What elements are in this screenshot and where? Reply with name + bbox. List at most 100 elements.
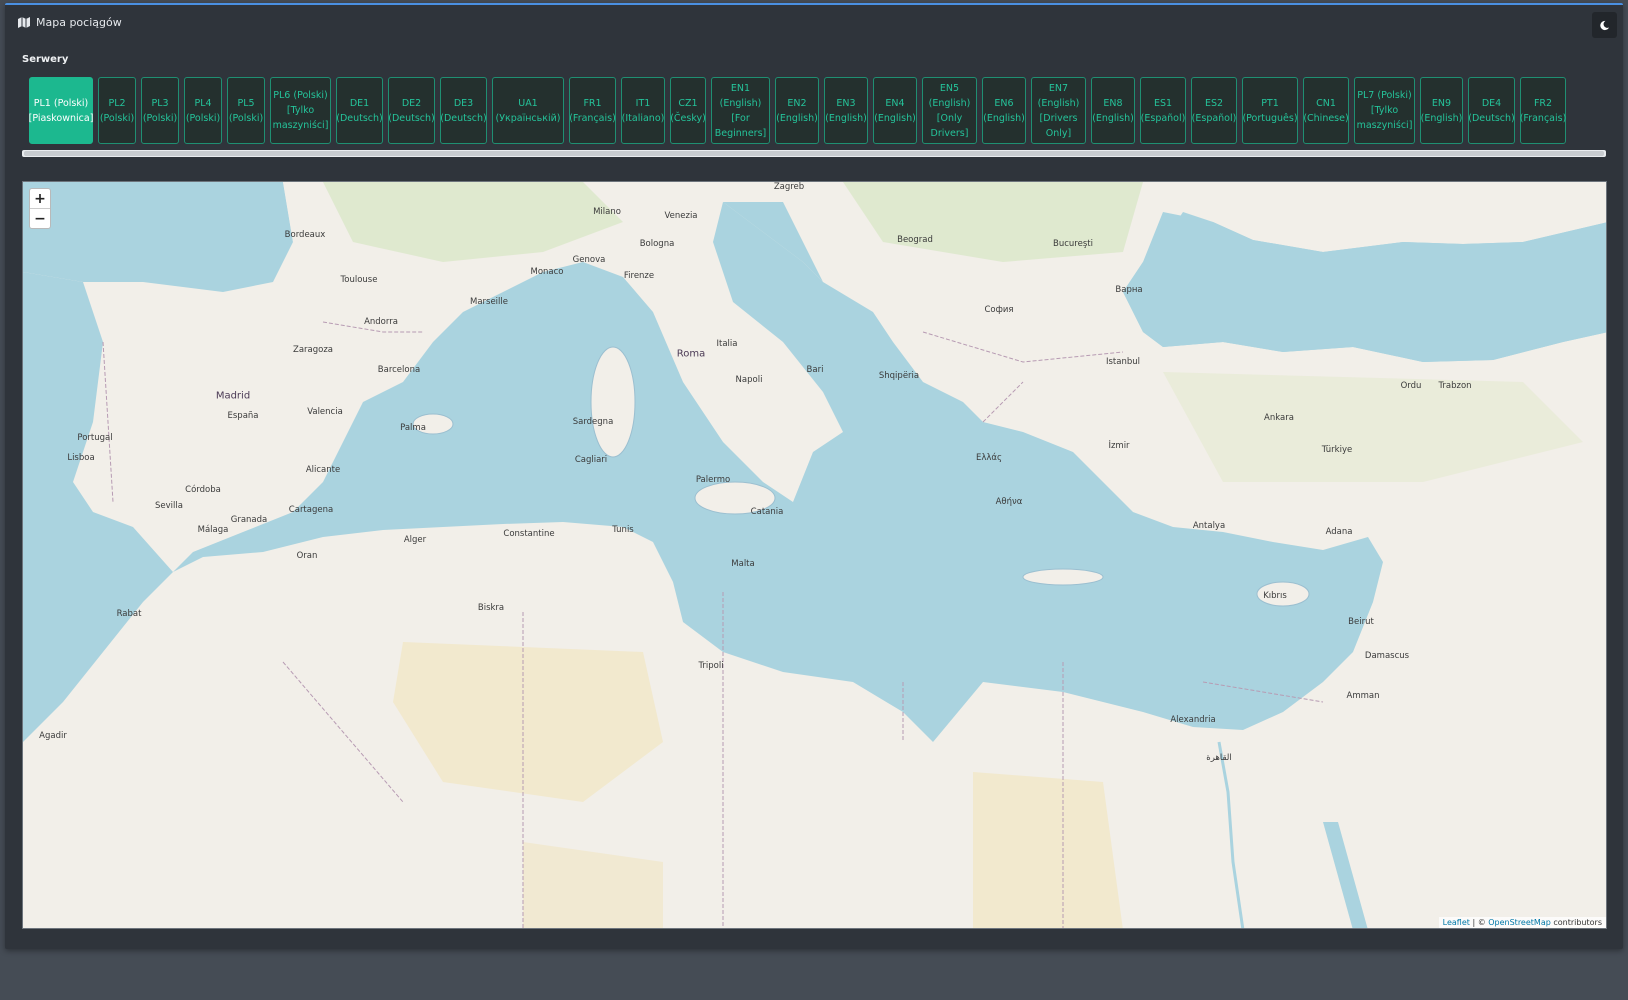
map-place-label: Malta xyxy=(731,559,755,569)
server-button-en4[interactable]: EN4 (English) xyxy=(873,77,917,144)
server-button-pl1[interactable]: PL1 (Polski) [Piaskownica] xyxy=(29,77,93,144)
map-place-label: Portugal xyxy=(77,433,113,443)
page-title: Mapa pociągów xyxy=(18,16,122,29)
osm-link[interactable]: OpenStreetMap xyxy=(1488,918,1551,927)
map-place-label: Bordeaux xyxy=(284,230,326,240)
map-place-label: Toulouse xyxy=(340,275,378,285)
server-button-fr2[interactable]: FR2 (Français) xyxy=(1520,77,1566,144)
map-place-label: Türkiye xyxy=(1321,445,1353,455)
attribution-separator: | © xyxy=(1469,918,1489,927)
map-place-label: Cagliari xyxy=(574,455,608,465)
server-button-pl4[interactable]: PL4 (Polski) xyxy=(184,77,222,144)
map-place-label: Bucureşti xyxy=(1053,239,1093,249)
server-button-pl3[interactable]: PL3 (Polski) xyxy=(141,77,179,144)
scrollbar-thumb[interactable] xyxy=(24,151,1604,156)
map-place-label: Catania xyxy=(750,507,784,517)
server-button-de1[interactable]: DE1 (Deutsch) xyxy=(336,77,383,144)
servers-heading: Serwery xyxy=(22,54,69,65)
map-place-label: Tunis xyxy=(612,525,634,535)
server-button-de3[interactable]: DE3 (Deutsch) xyxy=(440,77,487,144)
leaflet-link[interactable]: Leaflet xyxy=(1443,918,1470,927)
server-button-pl7[interactable]: PL7 (Polski) [Tylko maszyniści] xyxy=(1354,77,1415,144)
map-place-label: Antalya xyxy=(1192,521,1226,531)
server-button-pt1[interactable]: PT1 (Português) xyxy=(1242,77,1298,144)
map-place-label: Istanbul xyxy=(1105,357,1141,367)
map-place-label: Granada xyxy=(230,515,268,525)
map-tiles[interactable] xyxy=(23,182,1607,929)
map-place-label: Lisboa xyxy=(67,453,95,463)
map-place-label: Rabat xyxy=(116,609,142,619)
map-place-label: Sevilla xyxy=(155,501,183,511)
theme-toggle-button[interactable] xyxy=(1592,12,1617,38)
server-button-en9[interactable]: EN9 (English) xyxy=(1420,77,1463,144)
map-place-label: Adana xyxy=(1325,527,1353,537)
map-place-label: Alger xyxy=(403,535,427,545)
server-button-es2[interactable]: ES2 (Español) xyxy=(1191,77,1237,144)
server-button-it1[interactable]: IT1 (Italiano) xyxy=(621,77,665,144)
attribution-tail: contributors xyxy=(1550,918,1602,927)
map-place-label: Trabzon xyxy=(1438,381,1472,391)
map-place-label: Roma xyxy=(676,348,706,360)
map-card: Mapa pociągów Serwery PL1 (Polski) [Pias… xyxy=(5,3,1623,949)
server-button-de4[interactable]: DE4 (Deutsch) xyxy=(1468,77,1515,144)
server-button-en6[interactable]: EN6 (English) xyxy=(982,77,1026,144)
server-button-de2[interactable]: DE2 (Deutsch) xyxy=(388,77,435,144)
map-place-label: Ankara xyxy=(1264,413,1294,423)
server-button-en7[interactable]: EN7 (English) [Drivers Only] xyxy=(1031,77,1086,144)
map-place-label: Biskra xyxy=(477,603,505,613)
map-place-label: Agadir xyxy=(39,731,67,741)
zoom-out-button[interactable]: − xyxy=(30,209,50,228)
zoom-in-button[interactable]: + xyxy=(30,189,50,209)
map-icon xyxy=(18,17,30,28)
server-button-pl5[interactable]: PL5 (Polski) xyxy=(227,77,265,144)
server-list: PL1 (Polski) [Piaskownica] PL2 (Polski) PL… xyxy=(29,77,1566,144)
map-place-label: Málaga xyxy=(197,525,229,535)
server-button-ua1[interactable]: UA1 (Українській) xyxy=(492,77,564,144)
map-place-label: Zagreb xyxy=(773,182,805,192)
map-place-label: Firenze xyxy=(623,271,655,281)
map-place-label: Venezia xyxy=(664,211,698,221)
map-place-label: Bologna xyxy=(639,239,675,249)
server-button-es1[interactable]: ES1 (Español) xyxy=(1140,77,1186,144)
map-place-label: Amman xyxy=(1346,691,1380,701)
map-place-label: София xyxy=(984,305,1014,315)
map-place-label: Bari xyxy=(806,365,824,375)
server-button-en3[interactable]: EN3 (English) xyxy=(824,77,868,144)
map-place-label: Ελλάς xyxy=(975,453,1003,463)
server-button-pl2[interactable]: PL2 (Polski) xyxy=(98,77,136,144)
map-place-label: Cartagena xyxy=(288,505,334,515)
map-place-label: Beirut xyxy=(1348,617,1374,627)
server-button-en8[interactable]: EN8 (English) xyxy=(1091,77,1135,144)
map-view[interactable]: Bordeaux Toulouse Marseille Monaco Genova Mil… xyxy=(22,181,1607,929)
server-button-en1[interactable]: EN1 (English) [For Beginners] xyxy=(711,77,770,144)
map-place-label: Palermo xyxy=(695,475,731,485)
page-title-text: Mapa pociągów xyxy=(36,16,122,29)
map-place-label: Beograd xyxy=(897,235,933,245)
map-place-label: Zaragoza xyxy=(292,345,334,355)
server-button-en2[interactable]: EN2 (English) xyxy=(775,77,819,144)
map-place-label: Madrid xyxy=(215,390,251,402)
server-button-cz1[interactable]: CZ1 (Česky) xyxy=(670,77,706,144)
map-place-label: İzmir xyxy=(1108,441,1130,451)
map-place-label: Córdoba xyxy=(185,485,221,495)
map-place-label: Damascus xyxy=(1364,651,1410,661)
map-place-label: España xyxy=(227,411,259,421)
map-place-label: Monaco xyxy=(530,267,564,277)
map-place-label: Tripoli xyxy=(698,661,724,671)
server-button-pl6[interactable]: PL6 (Polski) [Tylko maszyniści] xyxy=(270,77,331,144)
map-place-label: Αθήνα xyxy=(995,497,1023,507)
server-button-en5[interactable]: EN5 (English) [Only Drivers] xyxy=(922,77,977,144)
map-place-label: القاهرة xyxy=(1206,753,1232,763)
map-place-label: Ordu xyxy=(1400,381,1422,391)
map-place-label: Alexandria xyxy=(1170,715,1216,725)
map-place-label: Valencia xyxy=(307,407,343,417)
moon-icon xyxy=(1599,16,1610,35)
map-attribution: Leaflet | © OpenStreetMap contributors xyxy=(1438,917,1606,928)
map-place-label: Oran xyxy=(296,551,318,561)
map-place-label: Marseille xyxy=(469,297,509,307)
map-place-label: Italia xyxy=(716,339,738,349)
server-button-cn1[interactable]: CN1 (Chinese) xyxy=(1303,77,1349,144)
server-list-scrollbar[interactable] xyxy=(22,150,1606,157)
map-place-label: Варна xyxy=(1115,285,1143,295)
server-button-fr1[interactable]: FR1 (Français) xyxy=(569,77,616,144)
